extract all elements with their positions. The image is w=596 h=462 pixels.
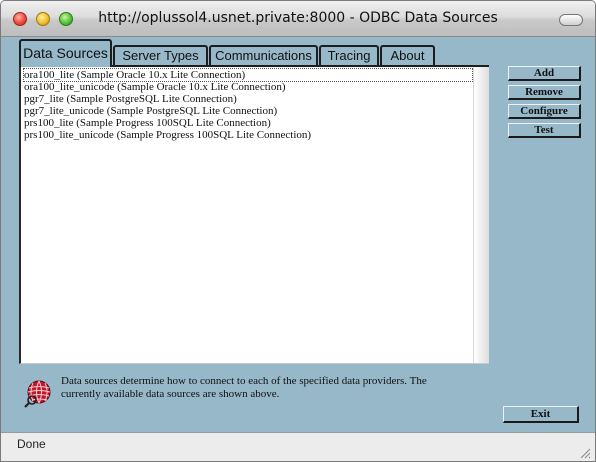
test-button[interactable]: Test [508,123,581,138]
tab-data-sources[interactable]: Data Sources [19,39,112,67]
tab-server-types[interactable]: Server Types [113,45,208,65]
list-item[interactable]: pgr7_lite (Sample PostgreSQL Lite Connec… [24,93,237,105]
info-text: Data sources determine how to connect to… [61,375,481,401]
browser-window: http://oplussol4.usnet.private:8000 - OD… [0,0,596,462]
tab-communications[interactable]: Communications [209,45,318,65]
window-title: http://oplussol4.usnet.private:8000 - OD… [98,10,498,26]
info-line-2: currently available data sources are sho… [61,388,280,400]
configure-button[interactable]: Configure [508,104,581,119]
list-item[interactable]: prs100_lite_unicode (Sample Progress 100… [24,129,311,141]
data-source-globe-icon [24,380,51,408]
tab-tracing[interactable]: Tracing [319,45,379,65]
info-line-1: Data sources determine how to connect to… [61,375,427,387]
status-bar: Done [1,432,595,461]
status-text: Done [17,437,46,451]
tab-about[interactable]: About [380,45,435,65]
list-item[interactable]: prs100_lite (Sample Progress 100SQL Lite… [24,117,271,129]
title-bar: http://oplussol4.usnet.private:8000 - OD… [1,1,595,37]
data-sources-list[interactable]: ora100_lite (Sample Oracle 10.x Lite Con… [19,67,489,364]
exit-button[interactable]: Exit [503,406,579,423]
list-item[interactable]: pgr7_lite_unicode (Sample PostgreSQL Lit… [24,105,277,117]
toolbar-toggle-button[interactable] [559,14,583,26]
list-item[interactable]: ora100_lite (Sample Oracle 10.x Lite Con… [23,68,473,82]
list-scrollbar[interactable] [473,67,489,363]
list-item[interactable]: ora100_lite_unicode (Sample Oracle 10.x … [24,81,285,93]
add-button[interactable]: Add [508,66,581,81]
remove-button[interactable]: Remove [508,85,581,100]
resize-grip-icon[interactable] [579,447,591,459]
